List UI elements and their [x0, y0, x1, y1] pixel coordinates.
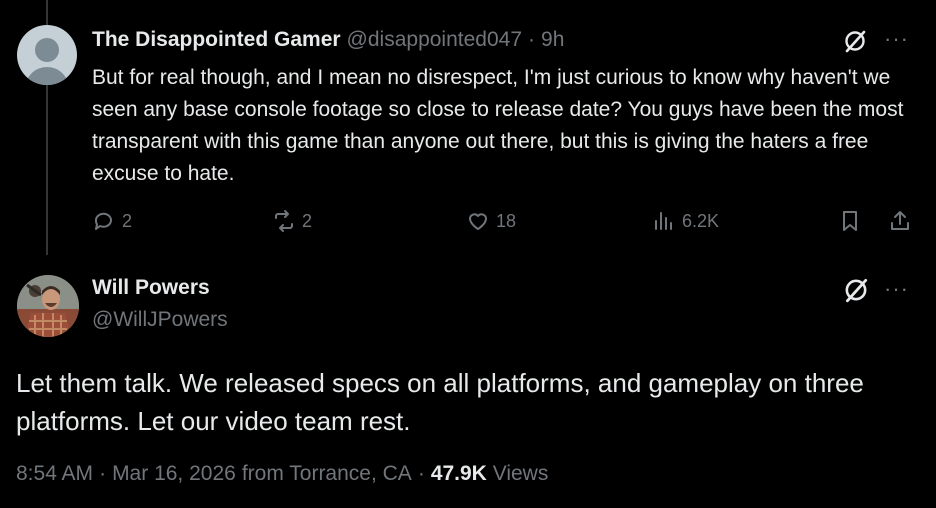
- views-total: 47.9K: [430, 462, 487, 485]
- more-icon[interactable]: ···: [884, 26, 909, 52]
- reply-icon: [94, 212, 112, 230]
- views-count: 6.2K: [682, 210, 720, 231]
- reply-action-bar: 2 2 18 6.2K: [92, 205, 918, 237]
- reply-timestamp[interactable]: 9h: [541, 28, 564, 52]
- tweet-location: from Torrance, CA: [241, 462, 412, 485]
- repost-button[interactable]: 2: [272, 205, 312, 237]
- meta-separator: ·: [99, 462, 107, 485]
- tweet-date[interactable]: Mar 16, 2026: [112, 462, 236, 486]
- meta-separator: ·: [417, 462, 425, 485]
- views-label: Views: [492, 462, 549, 485]
- avatar[interactable]: [17, 275, 79, 337]
- like-button[interactable]: 18: [466, 205, 516, 237]
- reply-count: 2: [122, 210, 133, 231]
- reply-author-handle[interactable]: @disappointed047: [347, 28, 522, 52]
- share-icon: [891, 211, 909, 230]
- reply-text: But for real though, and I mean no disre…: [92, 66, 904, 185]
- reply-header: The Disappointed Gamer @disappointed047 …: [92, 28, 564, 56]
- tweet-text: Let them talk. We released specs on all …: [16, 368, 864, 436]
- tweet-time[interactable]: 8:54 AM: [16, 462, 93, 486]
- bookmark-button[interactable]: [838, 205, 862, 237]
- share-button[interactable]: [888, 205, 912, 237]
- views-button[interactable]: 6.2K: [652, 205, 719, 237]
- repost-count: 2: [302, 210, 313, 231]
- grok-badge-icon[interactable]: [842, 28, 868, 54]
- author-handle[interactable]: @WillJPowers: [92, 308, 228, 332]
- views-icon: [655, 212, 672, 230]
- views-summary[interactable]: 47.9K Views: [431, 462, 549, 486]
- more-icon[interactable]: ···: [884, 276, 909, 302]
- reply-author-name[interactable]: The Disappointed Gamer: [92, 28, 341, 52]
- repost-icon: [275, 210, 293, 232]
- reply-button[interactable]: 2: [92, 205, 132, 237]
- author-name[interactable]: Will Powers: [92, 276, 210, 300]
- like-icon: [469, 213, 487, 230]
- reply-separator: ·: [528, 28, 536, 51]
- grok-badge-icon[interactable]: [842, 276, 870, 304]
- tweet-meta: 8:54 AM · Mar 16, 2026 from Torrance, CA…: [16, 462, 548, 486]
- default-avatar-icon[interactable]: [17, 25, 77, 85]
- like-count: 18: [496, 210, 517, 231]
- bookmark-icon: [843, 211, 857, 231]
